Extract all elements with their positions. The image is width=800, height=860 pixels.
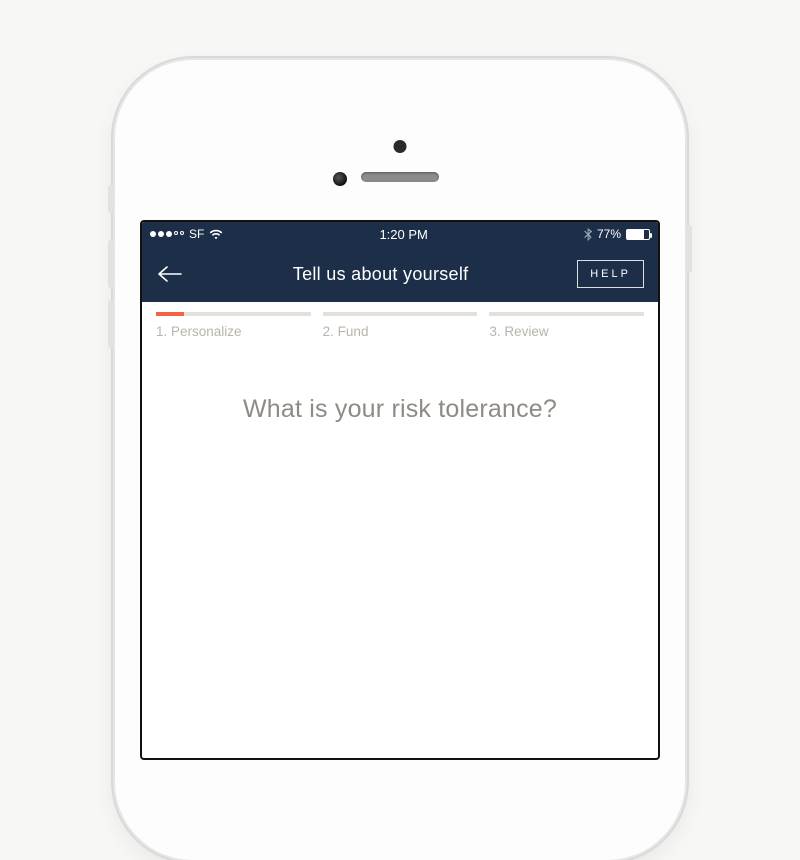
proximity-sensor (394, 140, 407, 153)
battery-fill (627, 230, 644, 239)
signal-dots-icon (150, 231, 184, 237)
phone-frame: SF 1:20 PM 77% Tel (115, 60, 685, 860)
progress-steps: 1. Personalize 2. Fund 3. Review (142, 302, 658, 339)
nav-header: Tell us about yourself HELP (142, 246, 658, 302)
clock: 1:20 PM (229, 227, 578, 242)
front-camera (333, 172, 347, 186)
mute-switch (108, 185, 114, 213)
screen: SF 1:20 PM 77% Tel (140, 220, 660, 760)
battery-icon (626, 229, 650, 240)
page-title: Tell us about yourself (293, 264, 469, 285)
step-fund: 2. Fund (323, 312, 478, 339)
step-personalize: 1. Personalize (156, 312, 311, 339)
step-label: 2. Fund (323, 324, 478, 339)
power-button (686, 225, 692, 273)
volume-down-button (108, 300, 114, 348)
bluetooth-icon (584, 228, 592, 241)
step-label: 3. Review (489, 324, 644, 339)
status-bar: SF 1:20 PM 77% (142, 222, 658, 246)
help-button[interactable]: HELP (577, 260, 644, 288)
arrow-left-icon (157, 265, 183, 283)
back-button[interactable] (156, 260, 184, 288)
question-text: What is your risk tolerance? (172, 395, 628, 424)
battery-percent: 77% (597, 227, 621, 241)
earpiece-speaker (361, 172, 439, 182)
step-label: 1. Personalize (156, 324, 311, 339)
wifi-icon (209, 229, 223, 240)
step-review: 3. Review (489, 312, 644, 339)
carrier-label: SF (189, 227, 204, 241)
volume-up-button (108, 240, 114, 288)
question-area: What is your risk tolerance? (142, 339, 658, 424)
